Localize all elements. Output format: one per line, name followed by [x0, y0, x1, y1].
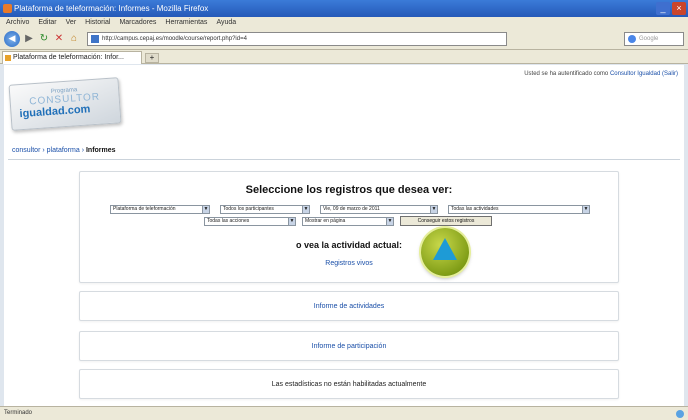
breadcrumb-current: Informes [85, 147, 116, 154]
participants-select-value: Todos los participantes [223, 206, 274, 212]
tab-strip: Plataforma de teleformación: Infor... + [0, 50, 688, 64]
page-content: Usted se ha autentificado como Consultor… [4, 65, 684, 406]
home-icon[interactable]: ⌂ [68, 32, 80, 46]
status-bar: Terminado [0, 406, 688, 420]
url-bar[interactable]: http://campus.cepaj.es/moodle/course/rep… [87, 31, 507, 46]
activity-report-panel: Informe de actividades [79, 291, 619, 321]
recent-activity-heading: o vea la actividad actual: [295, 240, 403, 250]
menu-item-view[interactable]: Ver [66, 19, 77, 26]
site-favicon-icon [91, 34, 99, 43]
login-user-link[interactable]: Consultor Igualdad [610, 71, 660, 77]
close-button[interactable]: × [672, 2, 686, 15]
menu-item-history[interactable]: Historial [85, 19, 110, 26]
activity-report-link[interactable]: Informe de actividades [80, 292, 618, 320]
forward-icon[interactable]: ▶ [23, 32, 35, 46]
course-select[interactable]: Plataforma de teleformación ▼ [110, 205, 210, 214]
breadcrumb-item-plataforma[interactable]: plataforma [47, 147, 80, 154]
stats-disabled-message: Las estadísticas no están habilitadas ac… [271, 380, 427, 388]
logs-panel: Seleccione los registros que desea ver: … [79, 171, 619, 283]
display-select[interactable]: Mostrar en página ▼ [302, 217, 394, 226]
logs-panel-title: Seleccione los registros que desea ver: [245, 184, 453, 196]
display-select-value: Mostrar en página [305, 218, 346, 224]
activities-select-value: Todas las actividades [451, 206, 499, 212]
actions-select[interactable]: Todas las acciones ▼ [204, 217, 296, 226]
participation-report-link[interactable]: Informe de participación [80, 332, 618, 360]
menu-bar: Archivo Editar Ver Historial Marcadores … [0, 17, 688, 28]
google-icon [628, 35, 636, 43]
site-logo[interactable]: Programa CONSULTOR igualdad.com [8, 77, 122, 131]
status-icon [676, 410, 684, 418]
breadcrumb-divider [8, 159, 680, 160]
live-logs-link[interactable]: Registros vivos [80, 260, 618, 267]
menu-item-help[interactable]: Ayuda [216, 19, 236, 26]
search-input[interactable]: Google [624, 32, 684, 46]
participation-report-panel: Informe de participación [79, 331, 619, 361]
navigation-toolbar: ◀ ▶ ↻ ✕ ⌂ http://campus.cepaj.es/moodle/… [0, 28, 688, 50]
actions-select-value: Todas las acciones [207, 218, 250, 224]
status-text: Terminado [4, 410, 33, 416]
breadcrumb: consultor › plataforma › Informes [12, 147, 116, 154]
window-titlebar: Plataforma de teleformación: Informes - … [0, 0, 688, 17]
menu-item-file[interactable]: Archivo [6, 19, 29, 26]
tab-active[interactable]: Plataforma de teleformación: Infor... [2, 51, 142, 64]
chevron-down-icon: ▼ [288, 218, 295, 225]
menu-item-edit[interactable]: Editar [38, 19, 56, 26]
logout-link[interactable]: (Salir) [662, 71, 678, 77]
breadcrumb-item-consultor[interactable]: consultor [12, 147, 40, 154]
course-select-value: Plataforma de teleformación [113, 206, 176, 212]
window-title: Plataforma de teleformación: Informes - … [14, 4, 209, 13]
get-logs-button[interactable]: Conseguir estos registros [400, 216, 492, 226]
tab-label: Plataforma de teleformación: Infor... [13, 54, 124, 61]
activities-select[interactable]: Todas las actividades ▼ [448, 205, 590, 214]
highlight-marker-icon [421, 228, 469, 276]
participants-select[interactable]: Todos los participantes ▼ [220, 205, 310, 214]
menu-item-tools[interactable]: Herramientas [165, 19, 207, 26]
pointer-arrow-icon [433, 238, 457, 260]
chevron-down-icon: ▼ [302, 206, 309, 213]
menu-item-bookmarks[interactable]: Marcadores [119, 19, 156, 26]
window-controls: _ × [656, 2, 686, 15]
search-placeholder: Google [639, 36, 659, 42]
reload-icon[interactable]: ↻ [38, 32, 50, 46]
date-select-value: Vie, 09 de marzo de 2011 [323, 206, 380, 212]
stats-panel: Las estadísticas no están habilitadas ac… [79, 369, 619, 399]
url-text: http://campus.cepaj.es/moodle/course/rep… [102, 35, 247, 42]
breadcrumb-separator: › [81, 147, 85, 154]
chevron-down-icon: ▼ [582, 206, 589, 213]
login-info: Usted se ha autentificado como Consultor… [524, 71, 678, 77]
minimize-button[interactable]: _ [656, 2, 670, 15]
chevron-down-icon: ▼ [386, 218, 393, 225]
firefox-icon [3, 4, 12, 13]
stop-icon[interactable]: ✕ [53, 32, 65, 46]
chevron-down-icon: ▼ [430, 206, 437, 213]
breadcrumb-separator: › [42, 147, 45, 154]
tab-favicon-icon [5, 55, 11, 61]
date-select[interactable]: Vie, 09 de marzo de 2011 ▼ [320, 205, 438, 214]
login-prefix: Usted se ha autentificado como [524, 71, 609, 77]
search-area: Google [624, 32, 684, 46]
new-tab-button[interactable]: + [145, 53, 159, 63]
back-icon[interactable]: ◀ [4, 30, 20, 47]
chevron-down-icon: ▼ [202, 206, 209, 213]
